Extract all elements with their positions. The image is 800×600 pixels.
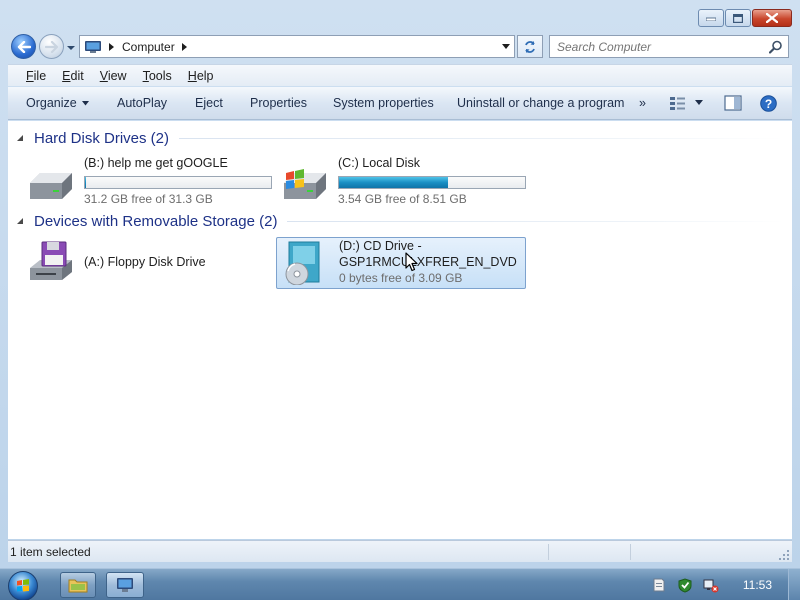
close-icon xyxy=(766,13,778,23)
drive-name: (A:) Floppy Disk Drive xyxy=(84,255,206,269)
menu-file[interactable]: File xyxy=(8,69,54,83)
breadcrumb-arrow-icon[interactable] xyxy=(181,42,188,51)
command-bar: Organize AutoPlay Eject Properties Syste… xyxy=(8,87,792,120)
windows-drive-icon xyxy=(284,169,326,199)
drive-name-line1: (D:) CD Drive - xyxy=(339,239,422,253)
group-header-removable-storage[interactable]: Devices with Removable Storage (2) xyxy=(8,210,792,232)
capacity-fill xyxy=(85,177,86,188)
capacity-bar xyxy=(338,176,526,189)
organize-button[interactable]: Organize xyxy=(26,96,89,110)
drive-name: (C:) Local Disk xyxy=(338,156,420,170)
menu-edit[interactable]: Edit xyxy=(54,69,92,83)
content-pane: Hard Disk Drives (2) (B:) help me get gO… xyxy=(8,121,792,539)
minimize-button[interactable] xyxy=(698,9,724,27)
eject-button[interactable]: Eject xyxy=(195,96,223,110)
uninstall-program-button[interactable]: Uninstall or change a program xyxy=(457,96,624,110)
drive-tile-a[interactable]: (A:) Floppy Disk Drive xyxy=(22,237,274,289)
drive-free-space: 31.2 GB free of 31.3 GB xyxy=(84,192,213,206)
group-title: Hard Disk Drives (2) xyxy=(34,129,170,147)
forward-arrow-icon xyxy=(44,40,58,53)
drive-free-space: 0 bytes free of 3.09 GB xyxy=(339,271,463,285)
notification-area: 11:53 xyxy=(651,569,800,600)
drive-name-line2: GSP1RMCULXFRER_EN_DVD xyxy=(339,255,517,269)
hard-drive-icon xyxy=(30,173,72,199)
taskbar-computer-button[interactable] xyxy=(106,572,144,598)
autoplay-button[interactable]: AutoPlay xyxy=(117,96,167,110)
search-icon[interactable] xyxy=(769,40,783,54)
breadcrumb-computer[interactable]: Computer xyxy=(122,40,175,54)
address-dropdown-icon[interactable] xyxy=(502,44,510,50)
drive-tile-c[interactable]: (C:) Local Disk 3.54 GB free of 8.51 GB xyxy=(276,156,528,208)
group-title: Devices with Removable Storage (2) xyxy=(34,212,278,230)
action-center-icon[interactable] xyxy=(651,577,667,593)
taskbar: 11:53 xyxy=(0,568,800,600)
status-text: 1 item selected xyxy=(10,544,91,559)
group-header-hard-disk-drives[interactable]: Hard Disk Drives (2) xyxy=(8,127,792,149)
forward-button[interactable] xyxy=(39,34,64,59)
start-button[interactable] xyxy=(8,571,38,600)
help-icon[interactable]: ? xyxy=(760,95,777,112)
menu-tools[interactable]: Tools xyxy=(135,69,180,83)
dvd-drive-icon xyxy=(285,241,320,285)
system-properties-button[interactable]: System properties xyxy=(333,96,434,110)
resize-grip-icon[interactable] xyxy=(778,549,790,561)
more-commands-button[interactable]: » xyxy=(639,96,646,110)
network-icon[interactable] xyxy=(677,577,693,593)
minimize-icon xyxy=(706,17,716,21)
status-bar: 1 item selected xyxy=(8,540,792,562)
maximize-button[interactable] xyxy=(725,9,751,27)
search-input[interactable] xyxy=(550,36,760,57)
status-divider xyxy=(630,544,631,560)
address-bar[interactable]: Computer xyxy=(79,35,515,58)
refresh-button[interactable] xyxy=(517,35,543,58)
back-arrow-icon xyxy=(17,40,31,53)
group-divider xyxy=(287,220,784,222)
computer-icon xyxy=(85,40,101,53)
drive-tile-b[interactable]: (B:) help me get gOOGLE 31.2 GB free of … xyxy=(22,156,274,208)
preview-pane-icon[interactable] xyxy=(724,95,742,111)
capacity-fill xyxy=(339,177,448,188)
search-box[interactable] xyxy=(549,35,789,58)
back-button[interactable] xyxy=(11,34,36,59)
maximize-icon xyxy=(733,13,743,23)
close-button[interactable] xyxy=(752,9,792,27)
explorer-icon xyxy=(68,579,88,593)
capacity-bar xyxy=(84,176,272,189)
drive-tile-d[interactable]: (D:) CD Drive - GSP1RMCULXFRER_EN_DVD 0 … xyxy=(276,237,526,289)
collapse-triangle-icon[interactable] xyxy=(16,134,24,142)
windows-logo-icon xyxy=(17,579,29,592)
recent-pages-button[interactable] xyxy=(66,42,76,52)
properties-button[interactable]: Properties xyxy=(250,96,307,110)
explorer-window: Computer File Edit View Tools Help Organ… xyxy=(0,0,800,568)
chevron-down-icon xyxy=(67,46,75,50)
menu-bar: File Edit View Tools Help xyxy=(8,64,792,86)
taskbar-explorer-button[interactable] xyxy=(60,572,96,598)
mouse-cursor-icon xyxy=(405,252,418,272)
group-divider xyxy=(179,137,784,139)
menu-help[interactable]: Help xyxy=(180,69,222,83)
status-divider xyxy=(548,544,549,560)
drive-free-space: 3.54 GB free of 8.51 GB xyxy=(338,192,467,206)
computer-taskbar-icon xyxy=(117,578,133,592)
menu-view[interactable]: View xyxy=(92,69,135,83)
view-options-dropdown-icon[interactable] xyxy=(695,100,703,106)
volume-muted-icon[interactable] xyxy=(703,577,719,593)
svg-text:?: ? xyxy=(765,97,772,111)
change-view-icon[interactable] xyxy=(669,95,687,111)
refresh-icon xyxy=(525,40,535,53)
breadcrumb-arrow-icon[interactable] xyxy=(109,42,115,51)
drive-name: (B:) help me get gOOGLE xyxy=(84,156,228,170)
chevron-down-icon xyxy=(81,101,89,106)
floppy-drive-icon xyxy=(30,241,72,280)
clock[interactable]: 11:53 xyxy=(743,578,772,592)
caption-buttons xyxy=(698,9,792,27)
collapse-triangle-icon[interactable] xyxy=(16,217,24,225)
show-desktop-button[interactable] xyxy=(788,569,800,600)
